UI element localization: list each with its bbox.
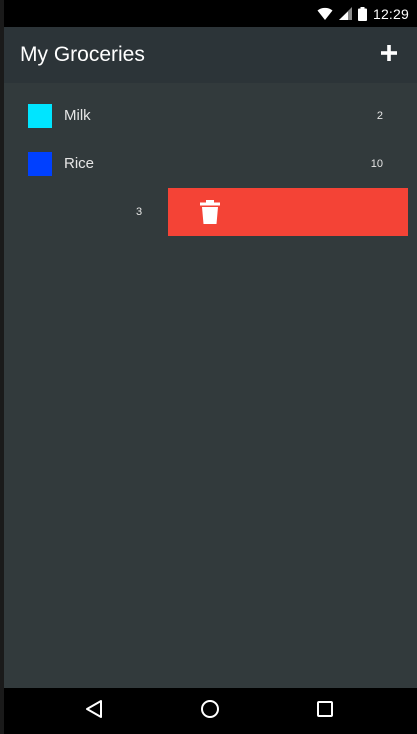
delete-button[interactable] bbox=[168, 188, 408, 236]
add-item-button[interactable] bbox=[369, 35, 409, 75]
grocery-list: Milk 2 Rice 10 3 bbox=[4, 92, 417, 236]
app-bar: My Groceries bbox=[4, 27, 417, 83]
status-icons: 12:29 bbox=[317, 0, 409, 27]
home-icon bbox=[200, 699, 220, 724]
status-bar: 12:29 bbox=[4, 0, 417, 27]
color-swatch bbox=[28, 104, 52, 128]
list-item[interactable]: Rice 10 bbox=[4, 140, 417, 188]
navigation-bar bbox=[4, 688, 417, 734]
app-screen: 12:29 My Groceries Milk 2 Rice 10 3 bbox=[4, 0, 417, 734]
plus-icon bbox=[380, 44, 398, 67]
wifi-icon bbox=[317, 7, 333, 21]
list-item[interactable]: Milk 2 bbox=[4, 92, 417, 140]
back-icon bbox=[85, 699, 103, 724]
item-name: Milk bbox=[64, 107, 91, 124]
item-quantity: 3 bbox=[136, 206, 143, 218]
back-button[interactable] bbox=[64, 688, 124, 734]
trash-icon bbox=[200, 200, 220, 229]
app-title: My Groceries bbox=[20, 43, 145, 66]
item-quantity: 10 bbox=[370, 158, 383, 170]
item-name: Rice bbox=[64, 155, 95, 172]
home-button[interactable] bbox=[180, 688, 240, 734]
recents-button[interactable] bbox=[295, 688, 355, 734]
cell-signal-icon bbox=[338, 7, 352, 20]
item-quantity: 2 bbox=[376, 110, 383, 122]
color-swatch bbox=[28, 152, 52, 176]
battery-icon bbox=[357, 6, 367, 21]
recents-icon bbox=[316, 700, 334, 723]
status-time: 12:29 bbox=[372, 5, 409, 22]
list-item-swiped[interactable]: 3 bbox=[4, 188, 417, 236]
